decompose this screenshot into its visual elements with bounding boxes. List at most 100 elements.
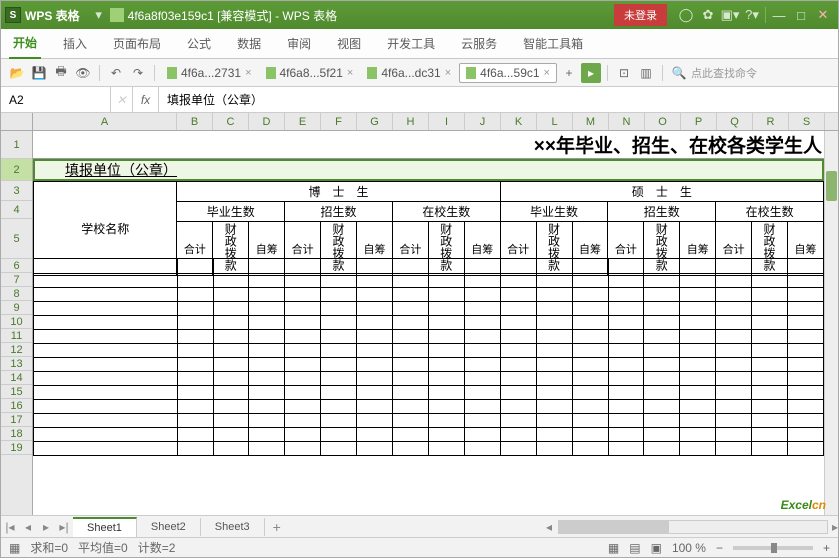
cell[interactable] [464,385,500,399]
cell[interactable] [285,441,321,455]
row-header-9[interactable]: 9 [1,301,32,315]
help-icon[interactable]: ?▾ [741,4,763,26]
row-header-15[interactable]: 15 [1,385,32,399]
close-icon[interactable]: ✕ [812,4,834,26]
cell[interactable] [357,427,393,441]
row-header-13[interactable]: 13 [1,357,32,371]
menu-cloud[interactable]: 云服务 [457,29,501,58]
cell[interactable] [608,371,644,385]
cell[interactable] [752,441,788,455]
cell[interactable] [644,287,680,301]
tab-close-icon[interactable]: × [445,67,451,79]
cell[interactable] [34,371,178,385]
col-header-I[interactable]: I [429,113,465,130]
col-header-S[interactable]: S [789,113,825,130]
menu-dev[interactable]: 开发工具 [383,29,439,58]
cell[interactable] [500,301,536,315]
cell[interactable] [788,399,824,413]
cell[interactable] [321,273,357,287]
cell[interactable] [752,343,788,357]
cell[interactable] [177,287,213,301]
cell[interactable] [788,287,824,301]
cell[interactable] [177,441,213,455]
cell[interactable] [464,413,500,427]
col-header-G[interactable]: G [357,113,393,130]
zoom-out-icon[interactable]: − [716,541,723,555]
cell[interactable] [213,413,249,427]
cell[interactable] [680,441,716,455]
login-button[interactable]: 未登录 [614,4,667,26]
window-icon[interactable]: ⊡ [614,63,634,83]
row-header-10[interactable]: 10 [1,315,32,329]
cell[interactable] [536,371,572,385]
cell[interactable] [393,399,429,413]
sheet-tab-1[interactable]: Sheet1 [73,517,137,537]
sheet-nav-prev[interactable]: ◂ [19,520,37,534]
cell[interactable] [285,329,321,343]
cell[interactable] [788,385,824,399]
cell[interactable] [788,441,824,455]
cell[interactable] [321,399,357,413]
cell[interactable] [464,343,500,357]
cell[interactable] [680,385,716,399]
save-icon[interactable]: 💾 [29,63,49,83]
cell[interactable] [752,357,788,371]
cell[interactable] [177,413,213,427]
cell[interactable] [500,413,536,427]
cell[interactable] [249,371,285,385]
table-row[interactable] [34,399,824,413]
cell[interactable] [34,441,178,455]
cell[interactable] [536,301,572,315]
cell[interactable] [249,273,285,287]
cell[interactable] [213,273,249,287]
cell[interactable] [680,399,716,413]
cell[interactable] [213,427,249,441]
cell[interactable] [716,287,752,301]
cell[interactable] [572,273,608,287]
cell[interactable] [644,357,680,371]
cell[interactable] [716,329,752,343]
cell[interactable] [285,427,321,441]
open-icon[interactable]: 📂 [7,63,27,83]
cell[interactable] [752,273,788,287]
cell[interactable] [428,413,464,427]
cell[interactable] [500,315,536,329]
cell[interactable] [644,399,680,413]
cell[interactable] [177,399,213,413]
cell[interactable] [716,413,752,427]
cell[interactable] [500,371,536,385]
cell[interactable] [34,343,178,357]
cell[interactable] [536,399,572,413]
cell[interactable] [536,413,572,427]
cell[interactable] [428,399,464,413]
cell[interactable] [464,371,500,385]
col-header-K[interactable]: K [501,113,537,130]
sheet-nav-next[interactable]: ▸ [37,520,55,534]
doc-tab-0[interactable]: 4f6a...2731× [161,64,258,82]
cell[interactable] [393,371,429,385]
cell[interactable] [572,287,608,301]
cell[interactable] [680,315,716,329]
cell[interactable] [34,315,178,329]
row-header-8[interactable]: 8 [1,287,32,301]
cell[interactable] [285,371,321,385]
cell[interactable] [752,385,788,399]
cell[interactable] [428,259,464,273]
cell[interactable] [572,343,608,357]
cell[interactable] [716,301,752,315]
cell[interactable] [249,301,285,315]
cell[interactable] [357,287,393,301]
cell[interactable] [572,371,608,385]
cell[interactable] [644,315,680,329]
search-icon[interactable]: 🔍 [669,63,689,83]
cancel-icon[interactable]: ✕ [111,87,133,112]
cell[interactable] [393,273,429,287]
cell[interactable] [500,329,536,343]
cell[interactable] [177,427,213,441]
cell[interactable] [788,371,824,385]
menu-review[interactable]: 审阅 [283,29,315,58]
cell[interactable] [249,385,285,399]
col-header-Q[interactable]: Q [717,113,753,130]
cell[interactable] [34,413,178,427]
cell[interactable] [500,343,536,357]
